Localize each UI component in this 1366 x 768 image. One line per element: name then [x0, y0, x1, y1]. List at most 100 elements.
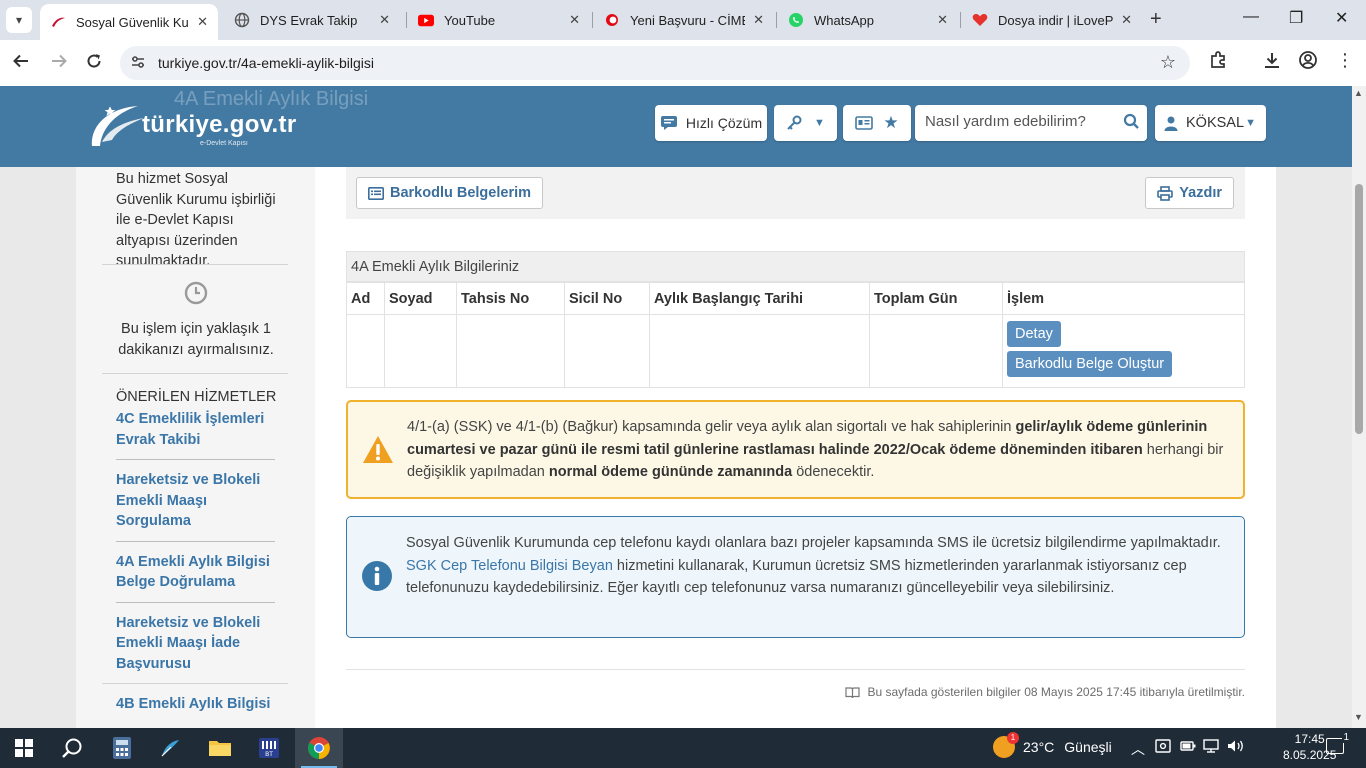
- search-icon[interactable]: [1123, 113, 1139, 131]
- tab-title: DYS Evrak Takip: [260, 12, 358, 28]
- sidebar-divider: [102, 264, 288, 265]
- close-icon[interactable]: ✕: [569, 12, 580, 28]
- sidebar-link-4c-evrak-takibi[interactable]: 4C Emeklilik İşlemleri Evrak Takibi: [116, 409, 275, 460]
- chrome-icon: [308, 737, 330, 759]
- user-name: KÖKSAL: [1186, 115, 1245, 131]
- sidebar-divider: [102, 683, 288, 684]
- print-button[interactable]: Yazdır: [1145, 177, 1234, 209]
- logo-tagline: e-Devlet Kapısı: [200, 140, 248, 147]
- info-text: Sosyal Güvenlik Kurumunda cep telefonu k…: [406, 532, 1231, 600]
- new-tab-button[interactable]: +: [1150, 8, 1162, 31]
- forward-icon[interactable]: [50, 52, 68, 75]
- reload-icon[interactable]: [85, 52, 103, 75]
- tray-chevron-up-icon[interactable]: ︿: [1131, 739, 1145, 759]
- site-settings-icon[interactable]: [130, 54, 146, 73]
- site-logo[interactable]: türkiye.gov.tr e-Devlet Kapısı: [88, 100, 296, 150]
- minimize-icon[interactable]: —: [1243, 8, 1259, 26]
- battery-icon[interactable]: [1180, 739, 1196, 755]
- tab-search-button[interactable]: ▾: [6, 7, 32, 33]
- tab-separator: [592, 12, 593, 28]
- site-search-input[interactable]: [925, 113, 1115, 130]
- scroll-up-icon[interactable]: ▲: [1354, 88, 1363, 98]
- weather-widget[interactable]: 1 23°C Güneşli: [993, 732, 1112, 758]
- sms-info-box: Sosyal Güvenlik Kurumunda cep telefonu k…: [346, 516, 1245, 638]
- payment-day-warning: 4/1-(a) (SSK) ve 4/1-(b) (Bağkur) kapsam…: [346, 400, 1245, 499]
- taskbar-app-blue[interactable]: [146, 728, 194, 768]
- web-page: 4A Emekli Aylık Bilgisi türkiye.gov.tr e…: [0, 86, 1352, 728]
- detail-button[interactable]: Detay: [1007, 321, 1061, 347]
- footer-divider: [346, 669, 1245, 670]
- whatsapp-icon: [788, 12, 804, 28]
- cimer-icon: [604, 12, 620, 28]
- caret-down-icon: ▼: [1245, 117, 1256, 129]
- site-header: 4A Emekli Aylık Bilgisi türkiye.gov.tr e…: [0, 86, 1352, 167]
- page-scrollbar[interactable]: ▲ ▼: [1352, 86, 1366, 728]
- taskbar-search-button[interactable]: [48, 728, 96, 768]
- site-search-box[interactable]: [915, 105, 1147, 141]
- close-icon[interactable]: ✕: [197, 14, 208, 30]
- sidebar-link-hareketsiz-sorgulama[interactable]: Hareketsiz ve Blokeli Emekli Maaşı Sorgu…: [116, 470, 275, 542]
- create-barcode-document-button[interactable]: Barkodlu Belge Oluştur: [1007, 351, 1173, 377]
- recommended-services-list: 4C Emeklilik İşlemleri Evrak Takibi Hare…: [116, 409, 275, 728]
- tray-app-icon[interactable]: [1155, 739, 1171, 756]
- weather-temperature: 23°C: [1023, 739, 1055, 755]
- key-menu-button[interactable]: ▼: [774, 105, 837, 141]
- barcode-documents-button[interactable]: Barkodlu Belgelerim: [356, 177, 544, 209]
- action-bar: Barkodlu Belgelerim Yazdır: [346, 167, 1245, 219]
- tab-dys[interactable]: DYS Evrak Takip ✕: [224, 4, 400, 36]
- chevron-down-icon: ▾: [15, 13, 23, 27]
- taskbar-calculator[interactable]: [98, 728, 146, 768]
- clock-icon: [184, 281, 208, 305]
- logo-swoosh-icon: [91, 106, 144, 146]
- profile-icon[interactable]: [1298, 50, 1318, 75]
- favorites-star-icon: ★: [883, 113, 899, 132]
- url-text[interactable]: turkiye.gov.tr/4a-emekli-aylik-bilgisi: [158, 55, 374, 71]
- tab-title: Dosya indir | iLovePDF: [998, 12, 1114, 28]
- cell-sicil-no: [564, 314, 650, 388]
- user-menu-button[interactable]: KÖKSAL ▼: [1155, 105, 1266, 141]
- sidebar-link-4b-emekli-aylik[interactable]: 4B Emekli Aylık Bilgisi: [116, 694, 275, 724]
- scroll-down-icon[interactable]: ▼: [1354, 712, 1363, 722]
- download-icon[interactable]: [1262, 50, 1282, 75]
- volume-icon[interactable]: [1227, 739, 1245, 756]
- info-text-part: Sosyal Güvenlik Kurumunda cep telefonu k…: [406, 535, 1221, 551]
- back-icon[interactable]: [12, 52, 30, 75]
- scrollbar-thumb[interactable]: [1355, 184, 1363, 434]
- close-icon[interactable]: ✕: [753, 12, 764, 28]
- extensions-icon[interactable]: [1208, 50, 1228, 75]
- generated-timestamp-note: Bu sayfada gösterilen bilgiler 08 Mayıs …: [845, 685, 1245, 699]
- tab-whatsapp[interactable]: WhatsApp ✕: [778, 4, 958, 36]
- quick-solution-button[interactable]: Hızlı Çözüm: [655, 105, 767, 141]
- window-close-icon[interactable]: ✕: [1335, 8, 1348, 28]
- menu-dots-icon[interactable]: ⋮: [1336, 50, 1354, 71]
- tab-sgk[interactable]: Sosyal Güvenlik Kurumu ✕: [40, 4, 218, 40]
- taskbar-app-bt[interactable]: BT: [245, 728, 293, 768]
- bt-app-icon: BT: [259, 738, 279, 758]
- network-icon[interactable]: [1203, 739, 1219, 756]
- card-favorites-button[interactable]: ★: [843, 105, 911, 141]
- bookmark-star-icon[interactable]: ☆: [1160, 52, 1176, 73]
- recommended-services-heading: ÖNERİLEN HİZMETLER: [116, 389, 277, 405]
- close-icon[interactable]: ✕: [379, 12, 390, 28]
- taskbar-file-explorer[interactable]: [196, 728, 244, 768]
- cell-baslangic-tarihi: [649, 314, 870, 388]
- taskbar-chrome[interactable]: [295, 728, 343, 768]
- sidebar-link-hareketsiz-iade[interactable]: Hareketsiz ve Blokeli Emekli Maaşı İade …: [116, 613, 275, 684]
- close-icon[interactable]: ✕: [1121, 12, 1132, 28]
- restore-icon[interactable]: ❐: [1289, 8, 1303, 28]
- column-header-toplam-gun: Toplam Gün: [869, 282, 1003, 315]
- start-button[interactable]: [0, 728, 48, 768]
- warning-bold-part: normal ödeme gününde zamanında: [548, 464, 793, 480]
- tab-ilovepdf[interactable]: Dosya indir | iLovePDF ✕: [962, 4, 1142, 36]
- app-feather-icon: [161, 740, 179, 757]
- browser-tab-bar: ▾ Sosyal Güvenlik Kurumu ✕ DYS Evrak Tak…: [0, 0, 1366, 40]
- sidebar-link-4a-belge-dogrulama[interactable]: 4A Emekli Aylık Bilgisi Belge Doğrulama: [116, 552, 275, 603]
- close-icon[interactable]: ✕: [937, 12, 948, 28]
- tab-cimer[interactable]: Yeni Başvuru - CİMER ✕: [594, 4, 774, 36]
- printer-icon: [1157, 185, 1174, 201]
- sgk-phone-declaration-link[interactable]: SGK Cep Telefonu Bilgisi Beyan: [406, 558, 613, 574]
- tab-youtube[interactable]: YouTube ✕: [408, 4, 590, 36]
- address-bar[interactable]: turkiye.gov.tr/4a-emekli-aylik-bilgisi ☆: [120, 46, 1190, 80]
- notification-center-icon[interactable]: 1: [1326, 732, 1350, 754]
- tab-separator: [406, 12, 407, 28]
